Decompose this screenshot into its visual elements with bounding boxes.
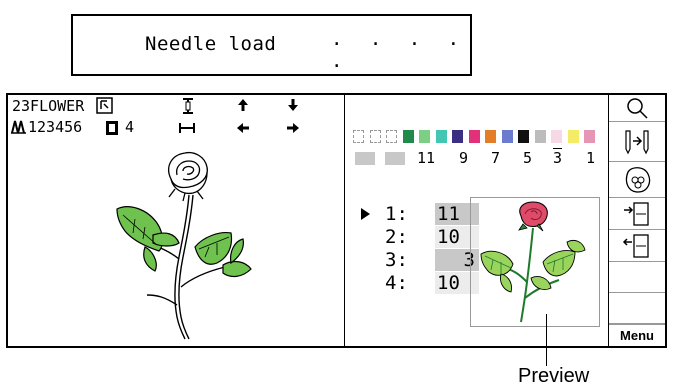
preview-callout-line (546, 314, 547, 366)
color-swatch[interactable] (534, 130, 546, 143)
selected-arrow-icon (361, 208, 370, 220)
color-swatch[interactable] (353, 130, 364, 143)
file-in-icon (624, 201, 649, 226)
gray-block (355, 152, 375, 165)
preview-callout-label: Preview (518, 365, 590, 387)
needle-move-button[interactable] (609, 122, 665, 162)
color-count: 4 (125, 118, 135, 136)
color-swatch[interactable] (452, 130, 463, 143)
horizontal-size-icon[interactable] (178, 121, 196, 135)
color-number: 1 (586, 149, 596, 167)
color-swatch[interactable] (501, 130, 513, 143)
needle-row[interactable]: 2: 10 (363, 226, 483, 248)
rose-design-drawing (116, 151, 252, 340)
rose-preview-image (480, 201, 586, 323)
color-swatch[interactable] (386, 130, 397, 143)
spool-count-icon (106, 121, 118, 135)
move-right-icon[interactable] (286, 121, 300, 135)
needle-label: 4: (385, 272, 408, 294)
color-swatch[interactable] (567, 130, 579, 143)
color-swatch[interactable] (468, 130, 480, 143)
needle-label: 3: (385, 249, 408, 271)
color-swatch[interactable] (419, 130, 430, 143)
color-swatch[interactable] (369, 130, 381, 143)
needle-row[interactable]: 1: 11 (361, 203, 483, 225)
caption-box: Needle load · · · · · (71, 14, 472, 77)
pattern-id: 123456 (28, 118, 83, 136)
color-swatch[interactable] (551, 130, 562, 143)
needle-arrow-icon (625, 129, 649, 154)
side-toolbar: Menu (609, 95, 665, 346)
stitch-icon (11, 120, 26, 134)
color-number: 7 (491, 149, 501, 167)
menu-button[interactable]: Menu (609, 324, 665, 346)
move-left-icon[interactable] (236, 121, 250, 135)
color-number: 3 (553, 149, 563, 167)
move-up-icon[interactable] (236, 98, 250, 112)
embroidery-screen: 23FLOWER 123456 4 11 9 7 5 3 1 1: 11 2: … (6, 93, 667, 348)
preview-box (470, 197, 600, 327)
save-button[interactable] (609, 198, 665, 230)
color-number: 9 (459, 149, 469, 167)
zoom-button[interactable] (609, 95, 665, 122)
blank-button-2[interactable] (609, 293, 665, 324)
move-down-icon[interactable] (286, 98, 300, 112)
spool-icon (625, 166, 651, 193)
color-swatch[interactable] (485, 130, 496, 143)
color-number: 11 (417, 149, 436, 167)
needle-row[interactable]: 3: 3 (363, 249, 483, 271)
color-swatch[interactable] (584, 130, 595, 143)
blank-button-1[interactable] (609, 262, 665, 293)
design-panel: 23FLOWER 123456 4 (8, 95, 345, 346)
needle-label: 1: (385, 203, 408, 225)
file-out-icon (622, 233, 649, 258)
pattern-name: 23FLOWER (12, 97, 85, 115)
needle-label: 2: (385, 226, 408, 248)
color-swatch[interactable] (518, 130, 529, 143)
color-number: 5 (523, 149, 533, 167)
thread-button[interactable] (609, 162, 665, 198)
color-swatch[interactable] (402, 130, 414, 143)
magnifier-icon (627, 98, 648, 119)
needle-row[interactable]: 4: 10 (363, 272, 483, 294)
color-swatch[interactable] (435, 130, 447, 143)
caption-dots: · · · · · (331, 33, 468, 77)
caption-text: Needle load (145, 33, 277, 55)
load-button[interactable] (609, 230, 665, 262)
gray-block (385, 152, 405, 165)
needle-info-panel: 11 9 7 5 3 1 1: 11 2: 10 3: 3 4: 10 (345, 95, 609, 346)
vertical-size-icon[interactable] (180, 97, 196, 115)
frame-icon[interactable] (96, 97, 114, 115)
